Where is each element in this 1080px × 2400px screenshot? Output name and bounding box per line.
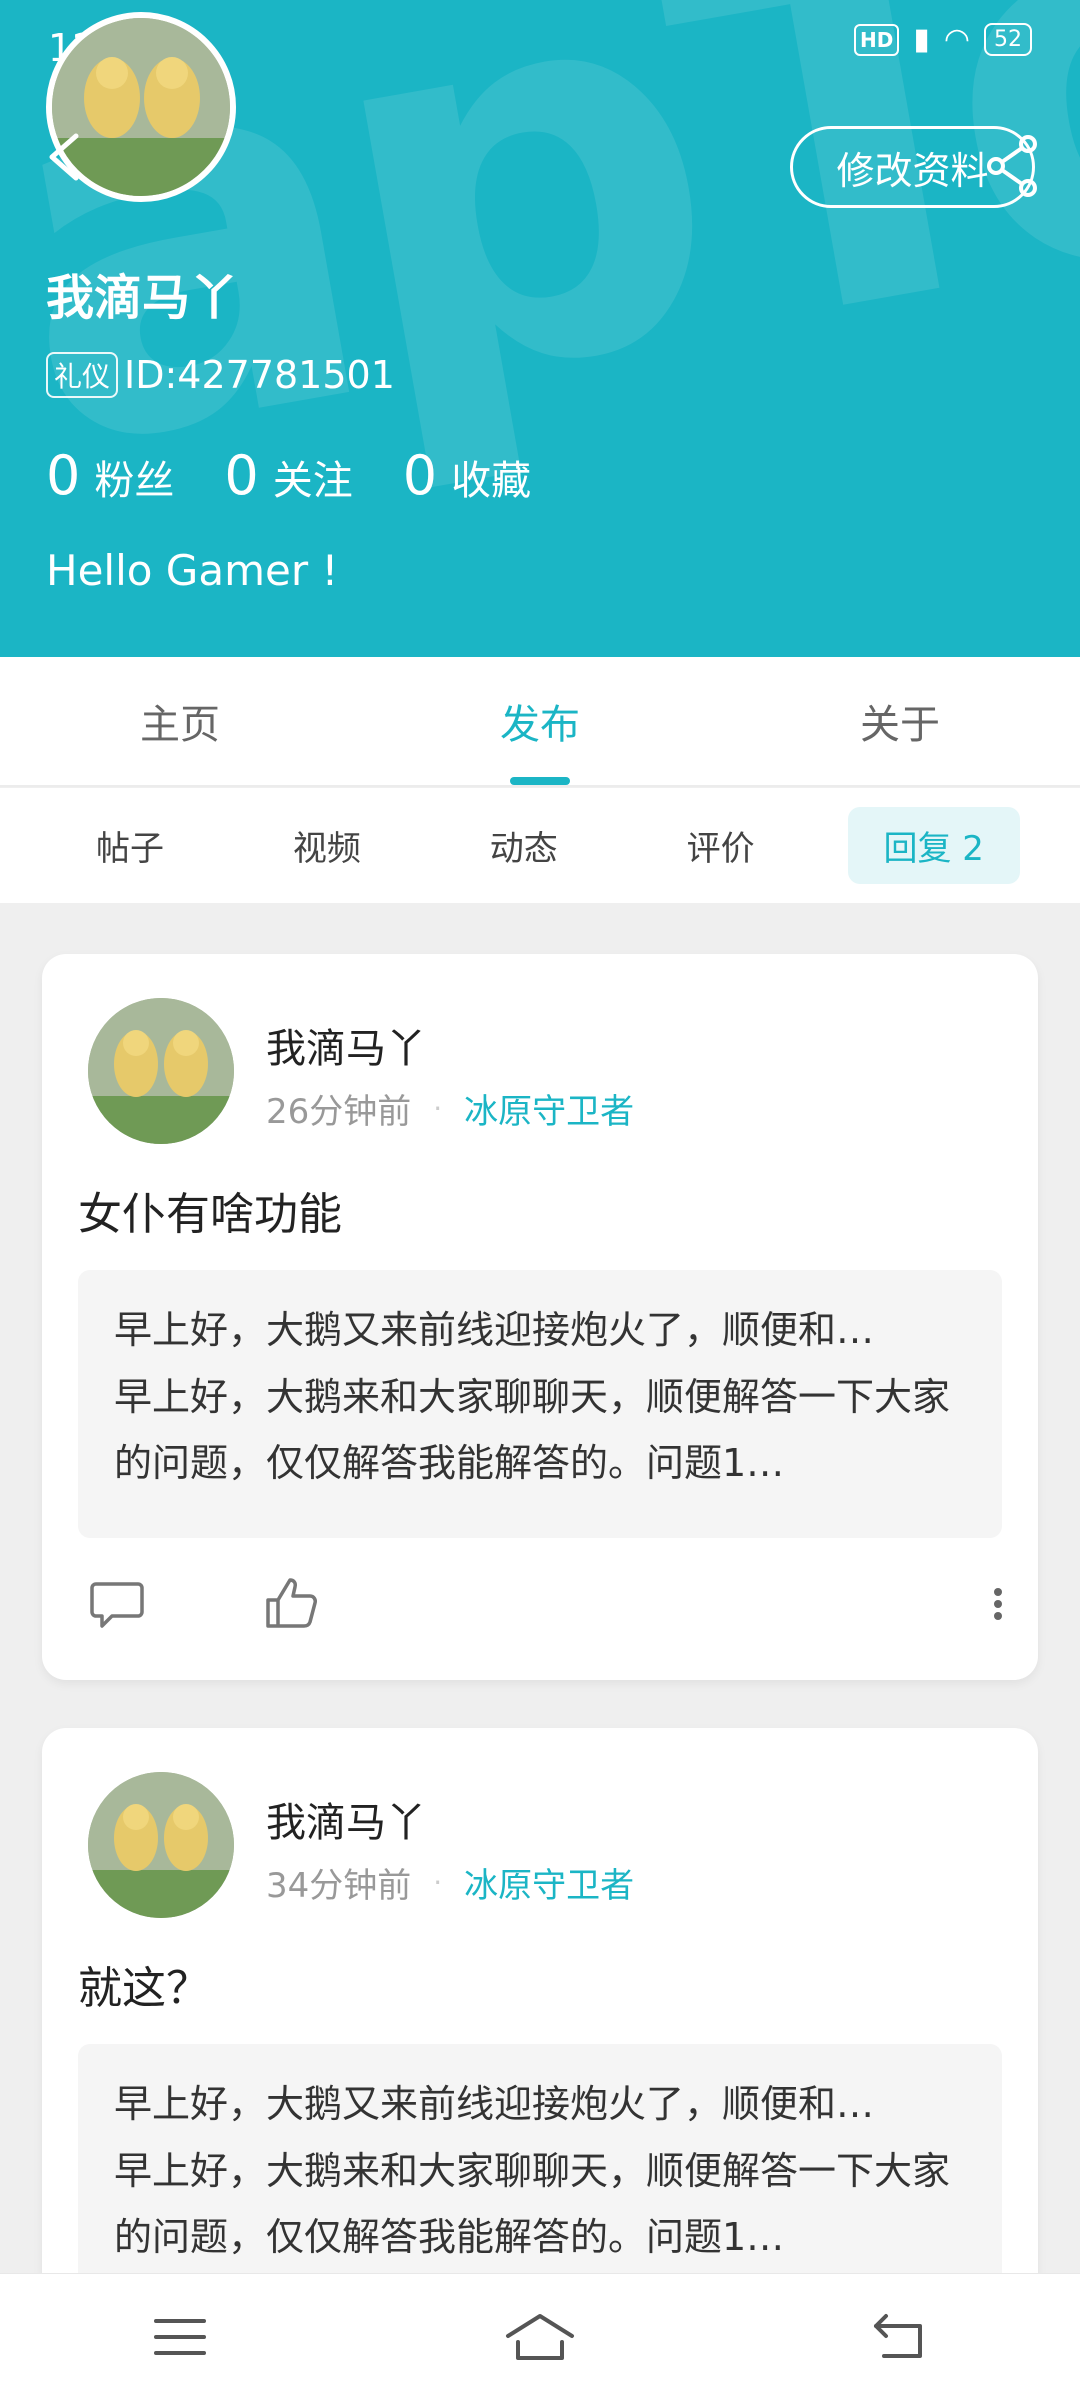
subtab-moments[interactable]: 动态 — [454, 807, 594, 884]
subtab-videos[interactable]: 视频 — [257, 807, 397, 884]
avatar[interactable] — [88, 1772, 234, 1918]
quote-line: 早上好，大鹅又来前线迎接炮火了，顺便和… — [114, 2082, 875, 2126]
like-icon[interactable] — [262, 1574, 322, 1634]
signal-icon: ▮ — [913, 22, 930, 57]
back-icon[interactable] — [44, 132, 84, 182]
tab-about[interactable]: 关于 — [720, 657, 1080, 785]
stat-label: 收藏 — [451, 458, 532, 504]
stat-number: 0 — [224, 444, 259, 507]
stat-number: 0 — [402, 444, 438, 507]
stat-number: 0 — [46, 444, 81, 507]
post-game-link[interactable]: 冰原守卫者 — [464, 1858, 634, 1907]
post-time: 26分钟前 — [266, 1092, 412, 1132]
sub-tabs: 帖子 视频 动态 评价 回复 2 — [0, 788, 1080, 903]
post-meta: 26分钟前 · 冰原守卫者 — [266, 1084, 634, 1133]
quote-line: 早上好，大鹅来和大家聊聊天，顺便解答一下大家的问题，仅仅解答我能解答的。问题1… — [114, 2149, 951, 2259]
subtab-reviews[interactable]: 评价 — [651, 807, 791, 884]
post-author[interactable]: 我滴马丫 — [266, 1016, 426, 1074]
tab-home[interactable]: 主页 — [0, 657, 360, 785]
quote-line: 早上好，大鹅来和大家聊聊天，顺便解答一下大家的问题，仅仅解答我能解答的。问题1… — [114, 1375, 951, 1485]
stat-label: 粉丝 — [94, 458, 175, 504]
profile-id-row: 礼仪 ID:427781501 — [46, 352, 395, 398]
profile-username: 我滴马丫 — [46, 270, 239, 326]
system-nav-bar — [0, 2273, 1080, 2400]
post-actions — [88, 1574, 1008, 1644]
menu-icon — [154, 2319, 206, 2355]
avatar-image — [88, 1772, 234, 1918]
post-title[interactable]: 女仆有啥功能 — [78, 1178, 342, 1242]
home-icon — [506, 2314, 574, 2360]
profile-bio: Hello Gamer ! — [46, 546, 339, 595]
quoted-post[interactable]: 早上好，大鹅又来前线迎接炮火了，顺便和… 早上好，大鹅来和大家聊聊天，顺便解答一… — [78, 1270, 1002, 1538]
avatar[interactable] — [88, 998, 234, 1144]
profile-header: apTo 12:47 HD ▮ ◠ 52 修改资料 我滴马丫 礼仪 ID:427… — [0, 0, 1080, 657]
etiquette-badge[interactable]: 礼仪 — [46, 352, 119, 398]
meta-separator: · — [433, 1866, 443, 1899]
nav-home-button[interactable] — [500, 2307, 580, 2367]
more-options-icon[interactable] — [988, 1574, 1008, 1634]
tab-publish[interactable]: 发布 — [360, 657, 720, 785]
nav-menu-button[interactable] — [140, 2307, 220, 2367]
post-author[interactable]: 我滴马丫 — [266, 1790, 426, 1848]
share-icon[interactable] — [984, 134, 1040, 198]
wifi-icon: ◠ — [943, 22, 970, 57]
hd-icon: HD — [853, 23, 900, 56]
subtab-replies[interactable]: 回复 2 — [847, 807, 1020, 884]
stat-label: 关注 — [272, 458, 353, 504]
stat-favorites[interactable]: 0 收藏 — [403, 444, 531, 507]
avatar-image — [88, 998, 234, 1144]
quote-line: 早上好，大鹅又来前线迎接炮火了，顺便和… — [114, 1308, 875, 1352]
main-tabs: 主页 发布 关于 — [0, 657, 1080, 787]
post-game-link[interactable]: 冰原守卫者 — [464, 1084, 634, 1133]
quoted-post[interactable]: 早上好，大鹅又来前线迎接炮火了，顺便和… 早上好，大鹅来和大家聊聊天，顺便解答一… — [78, 2044, 1002, 2312]
post-time: 34分钟前 — [266, 1866, 412, 1906]
nav-back-button[interactable] — [860, 2307, 940, 2367]
comment-icon[interactable] — [88, 1574, 148, 1634]
return-icon — [874, 2314, 922, 2358]
meta-separator: · — [433, 1092, 443, 1125]
battery-icon: 52 — [984, 23, 1032, 56]
reply-card[interactable]: 我滴马丫 26分钟前 · 冰原守卫者 女仆有啥功能 早上好，大鹅又来前线迎接炮火… — [42, 954, 1038, 1680]
profile-stats: 0 粉丝 0 关注 0 收藏 — [46, 444, 531, 507]
subtab-posts[interactable]: 帖子 — [60, 807, 200, 884]
stat-following[interactable]: 0 关注 — [224, 444, 352, 507]
post-title[interactable]: 就这？ — [78, 1952, 210, 2016]
profile-id: ID:427781501 — [124, 353, 395, 397]
post-meta: 34分钟前 · 冰原守卫者 — [266, 1858, 634, 1907]
status-icons: HD ▮ ◠ 52 — [853, 22, 1032, 57]
stat-fans[interactable]: 0 粉丝 — [46, 444, 174, 507]
